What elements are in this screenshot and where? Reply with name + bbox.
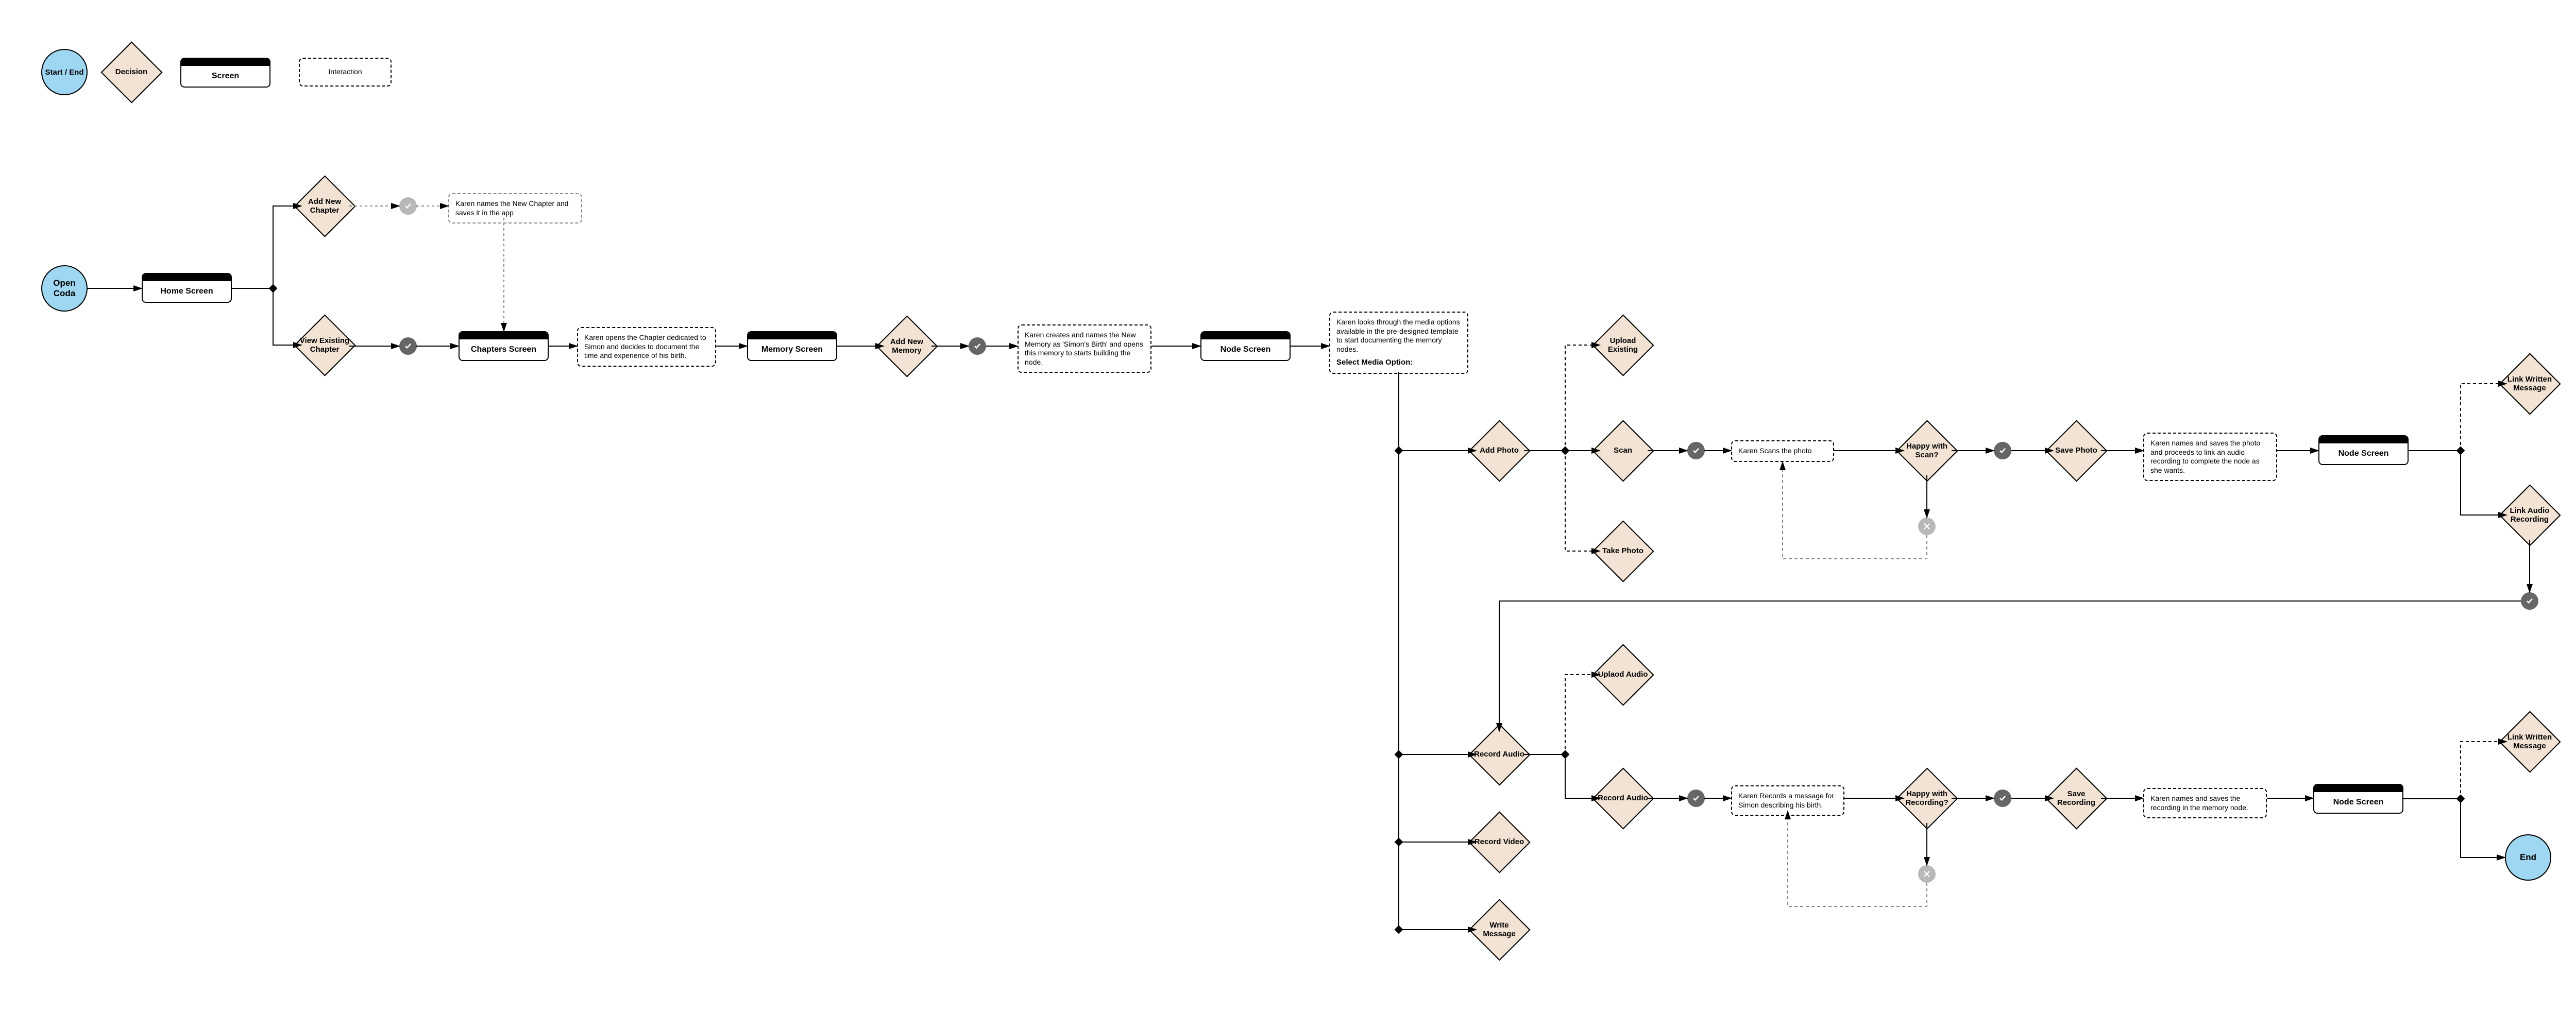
node-screen-3-label: Node Screen <box>2314 792 2402 813</box>
save-recording-label: Save Recording <box>2050 789 2102 808</box>
record-video: Record Video <box>1468 811 1530 873</box>
end-label: End <box>2520 852 2536 863</box>
int-new-memory: Karen creates and names the New Memory a… <box>1018 324 1151 373</box>
record-audio-2: Record Audio <box>1592 767 1654 829</box>
happy-recording-label: Happy with Recording? <box>1901 789 1953 808</box>
add-new-chapter: Add New Chapter <box>294 175 355 237</box>
node-screen-2: Node Screen <box>2318 435 2409 465</box>
link-audio-recording: Link Audio Recording <box>2499 484 2561 546</box>
junction-link1 <box>2456 447 2465 455</box>
link-written-msg-2-label: Link Written Message <box>2504 733 2555 751</box>
chapters-screen-label: Chapters Screen <box>460 339 548 360</box>
open-coda: Open Coda <box>41 265 88 312</box>
happy-with-recording: Happy with Recording? <box>1896 767 1958 829</box>
check-happy-scan <box>1994 442 2011 459</box>
int-media-options-text: Karen looks through the media options av… <box>1336 318 1461 354</box>
junction-link2 <box>2456 795 2465 803</box>
upload-audio: Uplaod Audio <box>1592 644 1654 706</box>
node-screen-label: Node Screen <box>1201 339 1290 360</box>
legend-decision-label: Decision <box>115 67 148 76</box>
legend-screen: Screen <box>180 58 270 88</box>
write-message: Write Message <box>1468 899 1530 960</box>
int-scan-label: Karen Scans the photo <box>1738 447 1811 455</box>
junction-chapter-branch <box>269 284 278 293</box>
link-audio-recording-label: Link Audio Recording <box>2504 506 2555 524</box>
chapters-screen: Chapters Screen <box>459 331 549 361</box>
check-happy-recording <box>1994 789 2011 807</box>
int-new-chapter-label: Karen names the New Chapter and saves it… <box>455 199 568 217</box>
add-new-memory: Add New Memory <box>876 315 938 377</box>
int-record: Karen Records a message for Simon descri… <box>1731 785 1844 816</box>
view-existing-chapter: View Existing Chapter <box>294 314 355 376</box>
junction-audio-branch <box>1561 750 1570 759</box>
record-video-label: Record Video <box>1475 837 1524 846</box>
upload-existing: Upload Existing <box>1592 314 1654 376</box>
x-happy-recording <box>1918 865 1936 883</box>
int-record-label: Karen Records a message for Simon descri… <box>1738 792 1834 809</box>
happy-scan-label: Happy with Scan? <box>1901 442 1953 460</box>
save-recording: Save Recording <box>2045 767 2107 829</box>
scan-label: Scan <box>1614 446 1632 455</box>
junction-media-2 <box>1395 750 1403 759</box>
save-photo-label: Save Photo <box>2055 446 2097 455</box>
node-screen-2-label: Node Screen <box>2319 443 2408 464</box>
scan: Scan <box>1592 420 1654 482</box>
record-audio-media-label: Record Audio <box>1474 750 1524 759</box>
check-add-memory <box>969 337 986 355</box>
home-screen-label: Home Screen <box>143 281 231 302</box>
int-save-recording-label: Karen names and saves the recording in t… <box>2150 794 2248 812</box>
add-new-memory-label: Add New Memory <box>881 337 933 355</box>
link-written-msg-1: Link Written Message <box>2499 353 2561 415</box>
add-photo-label: Add Photo <box>1480 446 1519 455</box>
legend-interaction-label: Interaction <box>328 67 362 77</box>
add-photo: Add Photo <box>1468 420 1530 482</box>
int-open-chapter: Karen opens the Chapter dedicated to Sim… <box>577 327 716 367</box>
upload-audio-label: Uplaod Audio <box>1598 670 1648 679</box>
int-new-memory-label: Karen creates and names the New Memory a… <box>1025 331 1143 366</box>
int-save-photo-label: Karen names and saves the photo and proc… <box>2150 439 2260 474</box>
save-photo: Save Photo <box>2045 420 2107 482</box>
int-new-chapter: Karen names the New Chapter and saves it… <box>448 193 582 224</box>
end: End <box>2505 834 2551 881</box>
check-add-chapter <box>399 197 417 215</box>
check-record-audio <box>1687 789 1705 807</box>
legend-screen-label: Screen <box>181 66 269 87</box>
legend-start-end: Start / End <box>41 49 88 95</box>
int-save-recording: Karen names and saves the recording in t… <box>2143 788 2267 818</box>
legend-interaction: Interaction <box>299 58 392 87</box>
take-photo: Take Photo <box>1592 520 1654 582</box>
memory-screen-label: Memory Screen <box>748 339 836 360</box>
junction-media-3 <box>1395 838 1403 847</box>
add-new-chapter-label: Add New Chapter <box>299 197 350 215</box>
record-audio-2-label: Record Audio <box>1598 794 1648 802</box>
junction-photo-branch <box>1561 447 1570 455</box>
node-screen-3: Node Screen <box>2313 784 2403 814</box>
junction-media-4 <box>1395 925 1403 934</box>
legend-start-end-label: Start / End <box>45 68 83 77</box>
take-photo-label: Take Photo <box>1602 546 1643 555</box>
junction-media-1 <box>1395 447 1403 455</box>
select-media-title: Select Media Option: <box>1336 358 1461 368</box>
home-screen: Home Screen <box>142 273 232 303</box>
view-existing-chapter-label: View Existing Chapter <box>299 336 350 354</box>
upload-existing-label: Upload Existing <box>1597 336 1649 354</box>
int-open-chapter-label: Karen opens the Chapter dedicated to Sim… <box>584 333 706 359</box>
legend-decision: Decision <box>100 41 162 103</box>
check-scan <box>1687 442 1705 459</box>
check-link-audio <box>2521 592 2538 610</box>
x-happy-scan <box>1918 518 1936 535</box>
link-written-msg-2: Link Written Message <box>2499 711 2561 772</box>
link-written-msg-1-label: Link Written Message <box>2504 375 2555 393</box>
edges-svg <box>0 0 2576 1030</box>
int-save-photo: Karen names and saves the photo and proc… <box>2143 433 2277 481</box>
node-screen: Node Screen <box>1200 331 1291 361</box>
open-coda-label: Open Coda <box>42 278 87 299</box>
memory-screen: Memory Screen <box>747 331 837 361</box>
happy-with-scan: Happy with Scan? <box>1896 420 1958 482</box>
write-message-label: Write Message <box>1473 921 1525 939</box>
check-view-chapter <box>399 337 417 355</box>
record-audio-media: Record Audio <box>1468 724 1530 785</box>
int-scan: Karen Scans the photo <box>1731 440 1834 462</box>
int-media-options: Karen looks through the media options av… <box>1329 312 1468 374</box>
